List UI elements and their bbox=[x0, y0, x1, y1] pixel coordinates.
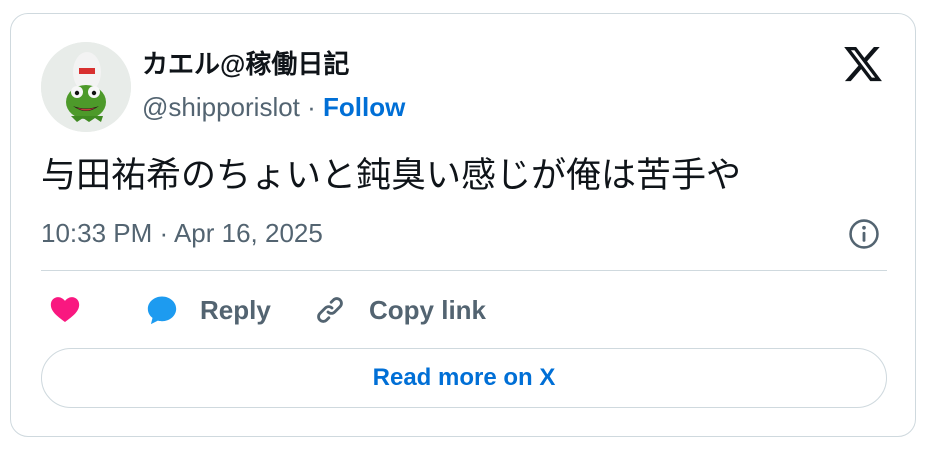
tweet-embed-card: カエル@稼働日記 @shipporislot · Follow 与田祐希のちょい… bbox=[10, 13, 916, 437]
link-icon bbox=[317, 297, 343, 323]
copy-link-button[interactable]: Copy link bbox=[313, 291, 486, 329]
info-icon[interactable] bbox=[847, 217, 881, 251]
read-more-label: Read more on X bbox=[372, 364, 556, 391]
author-avatar[interactable] bbox=[41, 42, 131, 132]
heart-icon[interactable] bbox=[47, 292, 83, 326]
tweet-text: 与田祐希のちょいと鈍臭い感じが俺は苦手や bbox=[41, 156, 742, 196]
follow-button[interactable]: Follow bbox=[323, 92, 405, 122]
speech-bubble-icon bbox=[147, 296, 177, 325]
author-display-name[interactable]: カエル@稼働日記 bbox=[142, 48, 349, 80]
tweet-timestamp[interactable]: 10:33 PM · Apr 16, 2025 bbox=[41, 217, 323, 249]
author-handle-row: @shipporislot · Follow bbox=[142, 91, 405, 123]
copy-link-label: Copy link bbox=[369, 295, 487, 325]
kermit-frog-avatar-icon bbox=[41, 42, 131, 132]
handle-separator: · bbox=[307, 92, 316, 122]
reply-label: Reply bbox=[200, 295, 271, 325]
reply-button[interactable]: Reply bbox=[144, 291, 271, 329]
x-logo-icon[interactable] bbox=[841, 43, 885, 85]
author-handle[interactable]: @shipporislot bbox=[142, 92, 300, 122]
divider bbox=[41, 270, 887, 271]
read-more-button[interactable]: Read more on X bbox=[41, 348, 887, 408]
